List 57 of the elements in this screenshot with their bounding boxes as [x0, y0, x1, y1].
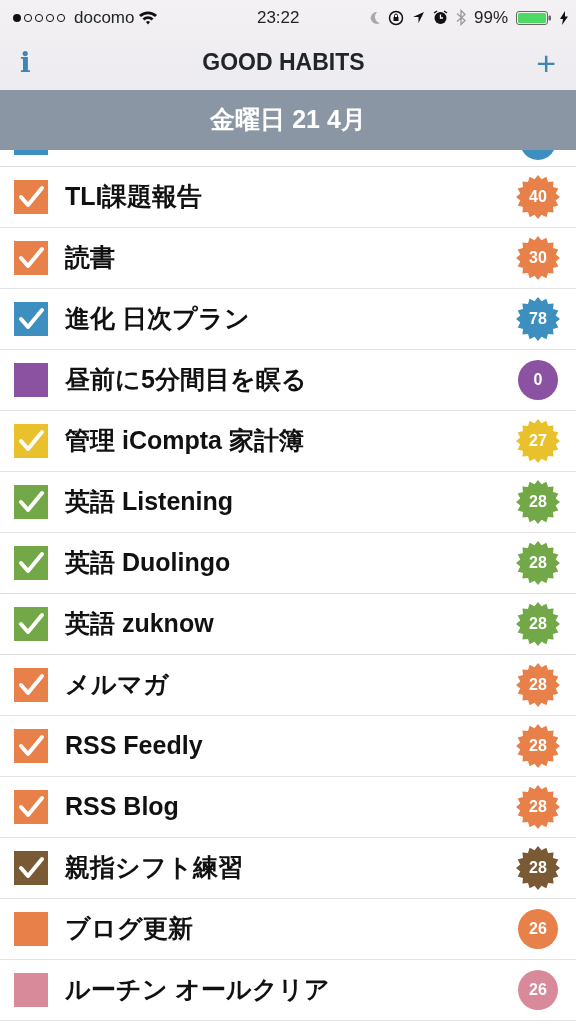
- habit-name: RSS Blog: [65, 791, 180, 823]
- checkbox[interactable]: [14, 302, 48, 336]
- count-badge: 30: [516, 236, 560, 280]
- add-button[interactable]: +: [536, 45, 556, 80]
- count-badge: 78: [516, 297, 560, 341]
- checkbox[interactable]: [14, 241, 48, 275]
- checkbox[interactable]: [14, 363, 48, 397]
- count-badge: 27: [516, 419, 560, 463]
- count-badge: 40: [516, 175, 560, 219]
- checkbox[interactable]: [14, 973, 48, 1007]
- checkbox-edge: [14, 150, 48, 155]
- habit-name: 英語 Duolingo: [65, 547, 232, 579]
- habit-name: メルマガ: [65, 669, 170, 701]
- carrier-name: docomo: [74, 6, 135, 29]
- alarm-icon: [432, 10, 448, 25]
- rotation-lock-icon: [387, 9, 404, 26]
- count-badge: 0: [516, 358, 560, 402]
- battery-icon: [516, 10, 552, 25]
- count-badge: 28: [516, 602, 560, 646]
- habit-name: 進化 日次プラン: [65, 303, 251, 335]
- count-badge: 28: [516, 724, 560, 768]
- checkbox[interactable]: [14, 912, 48, 946]
- location-arrow-icon: [411, 11, 425, 24]
- habit-name: ブログ更新: [65, 913, 194, 945]
- count-badge: 26: [516, 968, 560, 1012]
- habit-name: 昼前に5分間目を瞑る: [65, 364, 308, 396]
- checkbox[interactable]: [14, 546, 48, 580]
- checkbox[interactable]: [14, 729, 48, 763]
- habit-name: TLI課題報告: [65, 181, 204, 213]
- habit-name: 読書: [65, 242, 116, 274]
- count-badge: 26: [516, 907, 560, 951]
- count-badge: 28: [516, 846, 560, 890]
- bluetooth-icon: [455, 9, 466, 26]
- app-title: GOOD HABITS: [202, 48, 365, 78]
- checkbox[interactable]: [14, 607, 48, 641]
- checkbox[interactable]: [14, 790, 48, 824]
- habit-name: RSS Feedly: [65, 730, 204, 762]
- habit-name: ルーチン オールクリア: [65, 974, 331, 1006]
- count-badge: 28: [516, 480, 560, 524]
- habit-name: 英語 Listening: [65, 486, 235, 518]
- habit-name: 英語 zuknow: [65, 608, 215, 640]
- checkbox[interactable]: [14, 424, 48, 458]
- checkbox[interactable]: [14, 180, 48, 214]
- battery-percent: 99%: [473, 6, 508, 29]
- wifi-icon: [138, 10, 159, 25]
- count-badge: 28: [516, 785, 560, 829]
- clock-time: 23:22: [256, 6, 300, 29]
- count-badge: 28: [516, 541, 560, 585]
- date-label: 金曜日 21 4月: [210, 104, 366, 136]
- habit-name: 管理 iCompta 家計簿: [65, 425, 305, 457]
- checkbox[interactable]: [14, 668, 48, 702]
- count-badge: 28: [516, 663, 560, 707]
- checkbox[interactable]: [14, 485, 48, 519]
- checkbox[interactable]: [14, 851, 48, 885]
- habit-name: 親指シフト練習: [65, 852, 244, 884]
- charging-icon: [560, 10, 568, 25]
- info-button[interactable]: i: [20, 48, 31, 77]
